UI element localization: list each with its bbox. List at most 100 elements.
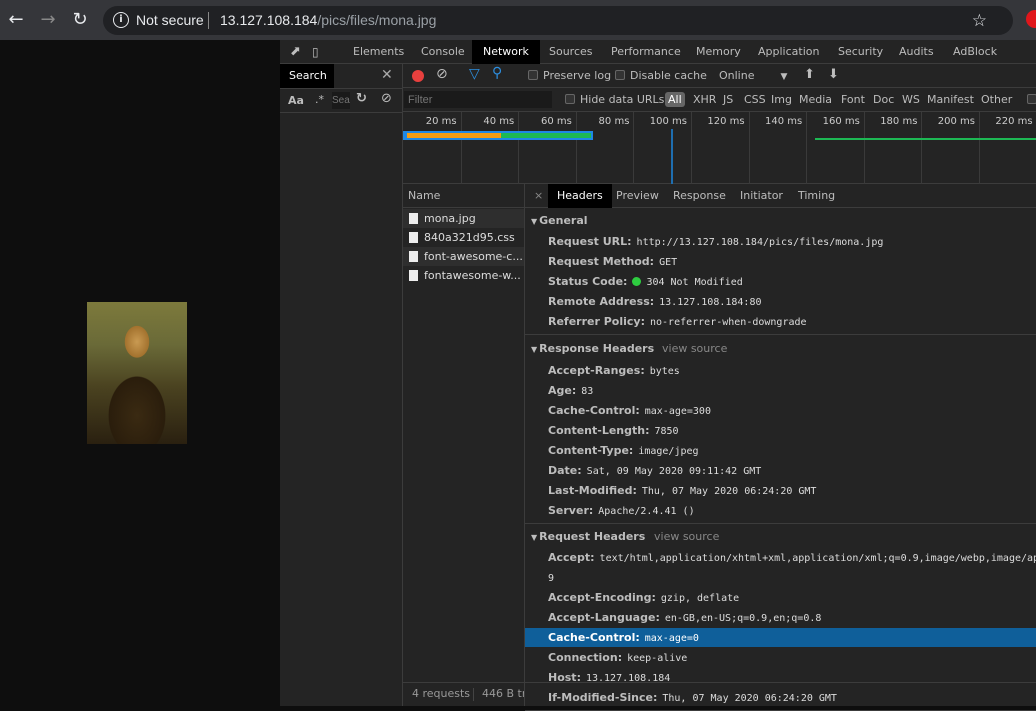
import-har-icon[interactable]: ⬆ [804, 67, 815, 82]
request-name: 840a321d95.css [424, 231, 515, 244]
header-row[interactable]: Cache-Control: max-age=300 [525, 401, 1036, 420]
search-toolbar: Aa .* ↻ ⊘ [280, 88, 403, 113]
match-case-button[interactable]: Aa [288, 94, 304, 107]
type-filter-manifest[interactable]: Manifest [927, 93, 974, 106]
tab-headers[interactable]: Headers [548, 184, 612, 208]
tab-initiator[interactable]: Initiator [740, 184, 783, 208]
header-name: Request URL: [548, 235, 632, 248]
preserve-log-checkbox[interactable]: Preserve log [528, 69, 611, 82]
search-icon[interactable]: ⚲ [492, 65, 502, 81]
filter-icon[interactable]: ▽ [469, 66, 480, 82]
request-row[interactable]: font-awesome-c... [403, 247, 524, 266]
url-text[interactable]: 13.127.108.184/pics/files/mona.jpg [220, 12, 436, 28]
reload-icon[interactable]: ↻ [68, 8, 92, 32]
tab-console[interactable]: Console [421, 40, 465, 64]
forward-icon[interactable]: → [36, 8, 60, 32]
header-row[interactable]: Date: Sat, 09 May 2020 09:11:42 GMT [525, 461, 1036, 480]
inspect-element-icon[interactable]: ⬈ [290, 40, 301, 64]
type-filter-doc[interactable]: Doc [873, 93, 894, 106]
type-filter-js[interactable]: JS [723, 93, 733, 106]
header-name: Accept-Ranges: [548, 364, 645, 377]
header-row[interactable]: Cache-Control: max-age=0 [525, 628, 1036, 647]
device-toolbar-icon[interactable]: ▯ [312, 40, 319, 64]
bookmark-star-icon[interactable]: ☆ [972, 11, 987, 31]
extension-icon[interactable] [1026, 10, 1036, 28]
file-icon [409, 270, 418, 281]
timeline-gridline [806, 112, 808, 184]
header-row[interactable]: Accept-Ranges: bytes [525, 361, 1036, 380]
header-name: Last-Modified: [548, 484, 637, 497]
tab-security[interactable]: Security [838, 40, 883, 64]
type-filter-media[interactable]: Media [799, 93, 832, 106]
export-har-icon[interactable]: ⬇ [828, 67, 839, 82]
header-row[interactable]: Request Method: GET [525, 252, 1036, 271]
throttle-select[interactable]: Online ▼ [719, 69, 787, 82]
section-divider [525, 334, 1036, 335]
clear-icon[interactable]: ⊘ [381, 91, 392, 106]
checkbox[interactable] [1027, 94, 1036, 104]
security-label[interactable]: Not secure [136, 12, 204, 28]
search-input[interactable] [332, 92, 350, 109]
request-row[interactable]: 840a321d95.css [403, 228, 524, 247]
regex-button[interactable]: .* [315, 93, 324, 106]
header-row[interactable]: Age: 83 [525, 381, 1036, 400]
request-row[interactable]: fontawesome-w... [403, 266, 524, 285]
section-general[interactable]: ▼ General [531, 214, 588, 227]
view-source-link[interactable]: view source [654, 530, 719, 543]
close-details-icon[interactable]: × [534, 184, 543, 208]
header-name: Accept: [548, 551, 595, 564]
tab-response[interactable]: Response [673, 184, 726, 208]
close-icon[interactable]: ✕ [381, 67, 393, 83]
header-row[interactable]: Referrer Policy: no-referrer-when-downgra… [525, 312, 1036, 331]
header-row[interactable]: Content-Length: 7850 [525, 421, 1036, 440]
view-source-link[interactable]: view source [662, 342, 727, 355]
header-row[interactable]: Accept: text/html,application/xhtml+xml,a… [525, 548, 1036, 567]
tab-application[interactable]: Application [758, 40, 819, 64]
filter-input[interactable] [404, 91, 552, 108]
header-row[interactable]: Request URL: http://13.127.108.184/pics/f… [525, 232, 1036, 251]
hide-data-urls-checkbox[interactable]: Hide data URLs [565, 93, 664, 106]
header-row[interactable]: Status Code: 304 Not Modified [525, 272, 1036, 291]
record-icon[interactable] [412, 70, 424, 82]
clear-icon[interactable]: ⊘ [436, 66, 448, 82]
header-row[interactable]: Accept-Encoding: gzip, deflate [525, 588, 1036, 607]
header-row[interactable]: 9 [525, 568, 1036, 587]
type-filter-css[interactable]: CSS [744, 93, 766, 106]
tab-sources[interactable]: Sources [549, 40, 593, 64]
tab-elements[interactable]: Elements [353, 40, 404, 64]
type-filter-font[interactable]: Font [841, 93, 865, 106]
tab-preview[interactable]: Preview [616, 184, 659, 208]
header-row[interactable]: Content-Type: image/jpeg [525, 441, 1036, 460]
type-filter-img[interactable]: Img [771, 93, 792, 106]
timeline-overview[interactable]: 20 ms 40 ms 60 ms 80 ms 100 ms 120 ms 140 ms 16… [403, 112, 1036, 184]
header-row[interactable]: Last-Modified: Thu, 07 May 2020 06:24:20 … [525, 481, 1036, 500]
tab-adblock[interactable]: AdBlock [953, 40, 997, 64]
search-tab[interactable]: Search [280, 64, 334, 88]
tab-timing[interactable]: Timing [798, 184, 835, 208]
header-value: bytes [649, 366, 680, 377]
type-filter-xhr[interactable]: XHR [693, 93, 716, 106]
type-filter-all[interactable]: All [665, 92, 685, 107]
disable-cache-checkbox[interactable]: Disable cache [615, 69, 707, 82]
url-path: /pics/files/mona.jpg [317, 12, 437, 28]
header-row[interactable]: Connection: keep-alive [525, 648, 1036, 667]
info-icon[interactable]: i [113, 12, 129, 28]
tab-performance[interactable]: Performance [611, 40, 681, 64]
refresh-icon[interactable]: ↻ [356, 91, 367, 106]
section-request-headers[interactable]: ▼ Request Headers [531, 530, 645, 543]
header-row[interactable]: Remote Address: 13.127.108.184:80 [525, 292, 1036, 311]
tab-audits[interactable]: Audits [899, 40, 934, 64]
type-filter-other[interactable]: Other [981, 93, 1012, 106]
tab-memory[interactable]: Memory [696, 40, 741, 64]
status-bar: 4 requests 446 B tra [403, 682, 1036, 706]
type-filter-ws[interactable]: WS [902, 93, 920, 106]
header-name: Cache-Control: [548, 404, 640, 417]
tab-network[interactable]: Network [472, 40, 540, 64]
name-column-header[interactable]: Name [403, 184, 524, 208]
header-row[interactable]: Accept-Language: en-GB,en-US;q=0.9,en;q=0… [525, 608, 1036, 627]
header-row[interactable]: Server: Apache/2.4.41 () [525, 501, 1036, 520]
request-row[interactable]: mona.jpg [403, 209, 524, 228]
section-response-headers[interactable]: ▼ Response Headers [531, 342, 654, 355]
back-icon[interactable]: ← [4, 8, 28, 32]
address-bar[interactable]: i Not secure 13.127.108.184/pics/files/m… [103, 6, 1013, 35]
